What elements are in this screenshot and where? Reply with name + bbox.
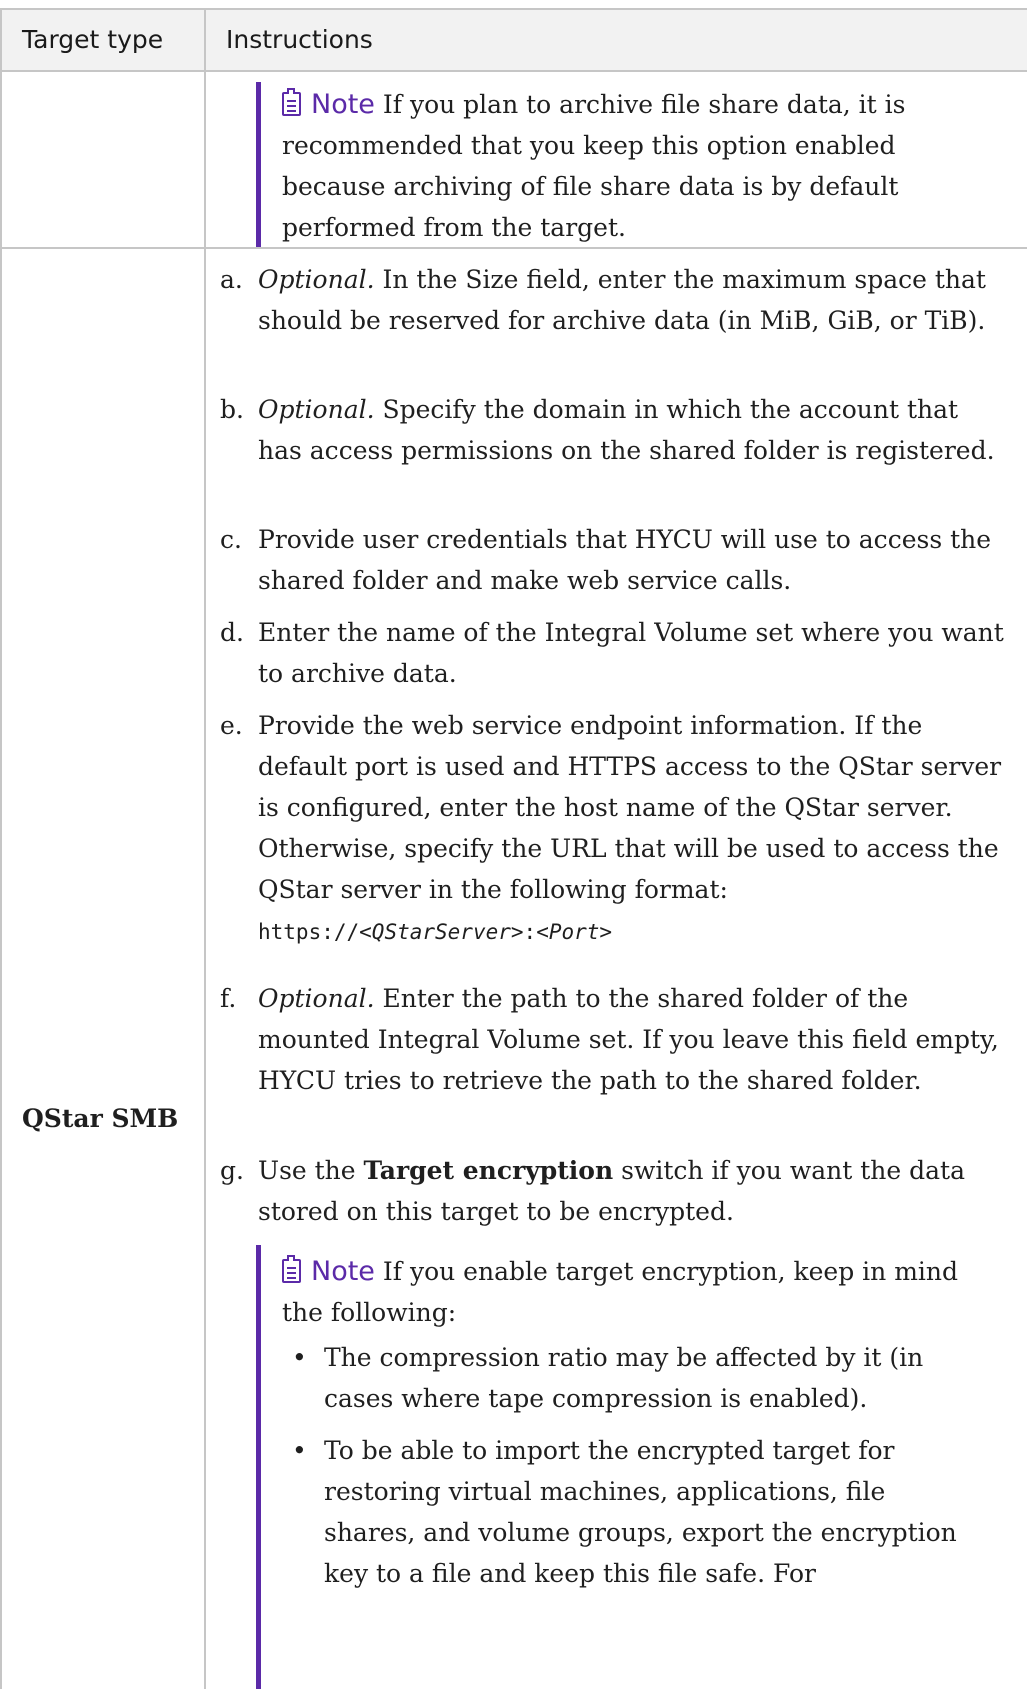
url-format: https://<QStarServer>:<Port> (258, 920, 613, 944)
list-item: a. Optional. In the Size field, enter th… (220, 265, 986, 335)
target-type-label: QStar SMB (22, 1104, 179, 1133)
table-row: QStar SMB a. Optional. In the Size field… (2, 249, 1027, 1689)
targets-table: Target type Instructions Note If you pla… (0, 8, 1027, 1689)
clipboard-icon (282, 1255, 301, 1283)
note-box: Note If you enable target encryption, ke… (256, 1245, 962, 1689)
table-row: Note If you plan to archive file share d… (2, 72, 1027, 249)
note-label: Note (311, 1256, 375, 1287)
header-instructions: Instructions (226, 25, 373, 54)
header-target-type: Target type (2, 10, 206, 70)
list-item: b. Optional. Specify the domain in which… (220, 395, 995, 465)
note-box: Note If you plan to archive file share d… (256, 82, 982, 247)
list-item: c. Provide user credentials that HYCU wi… (220, 525, 992, 595)
clipboard-icon (282, 88, 301, 116)
table-header: Target type Instructions (2, 10, 1027, 72)
list-item: g. Use the Target encryption switch if y… (220, 1156, 965, 1226)
instructions-cell: Note If you plan to archive file share d… (206, 72, 1027, 247)
note-text: If you plan to archive file share data, … (282, 90, 906, 242)
list-item: • To be able to import the encrypted tar… (292, 1436, 957, 1588)
list-item: f. Optional. Enter the path to the share… (220, 984, 999, 1095)
target-type-cell (2, 72, 206, 247)
instructions-cell: a. Optional. In the Size field, enter th… (206, 249, 1027, 1689)
note-text: If you enable target encryption, keep in… (282, 1257, 959, 1327)
list-item: e. Provide the web service endpoint info… (220, 705, 1009, 953)
list-item: • The compression ratio may be affected … (292, 1343, 924, 1413)
list-item: d. Enter the name of the Integral Volume… (220, 618, 1004, 688)
target-type-cell: QStar SMB (2, 249, 206, 1689)
note-label: Note (311, 89, 375, 120)
